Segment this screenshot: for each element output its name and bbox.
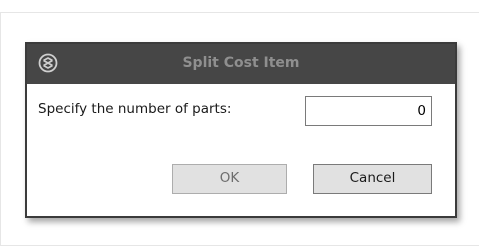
dialog-title: Split Cost Item <box>182 55 300 71</box>
split-cost-item-dialog: Split Cost Item Specify the number of pa… <box>25 42 457 218</box>
cancel-button[interactable]: Cancel <box>313 164 432 194</box>
parts-count-input[interactable] <box>305 96 432 126</box>
ok-button[interactable]: OK <box>172 164 287 194</box>
parts-count-label: Specify the number of parts: <box>38 101 232 117</box>
dialog-titlebar: Split Cost Item <box>27 44 455 84</box>
